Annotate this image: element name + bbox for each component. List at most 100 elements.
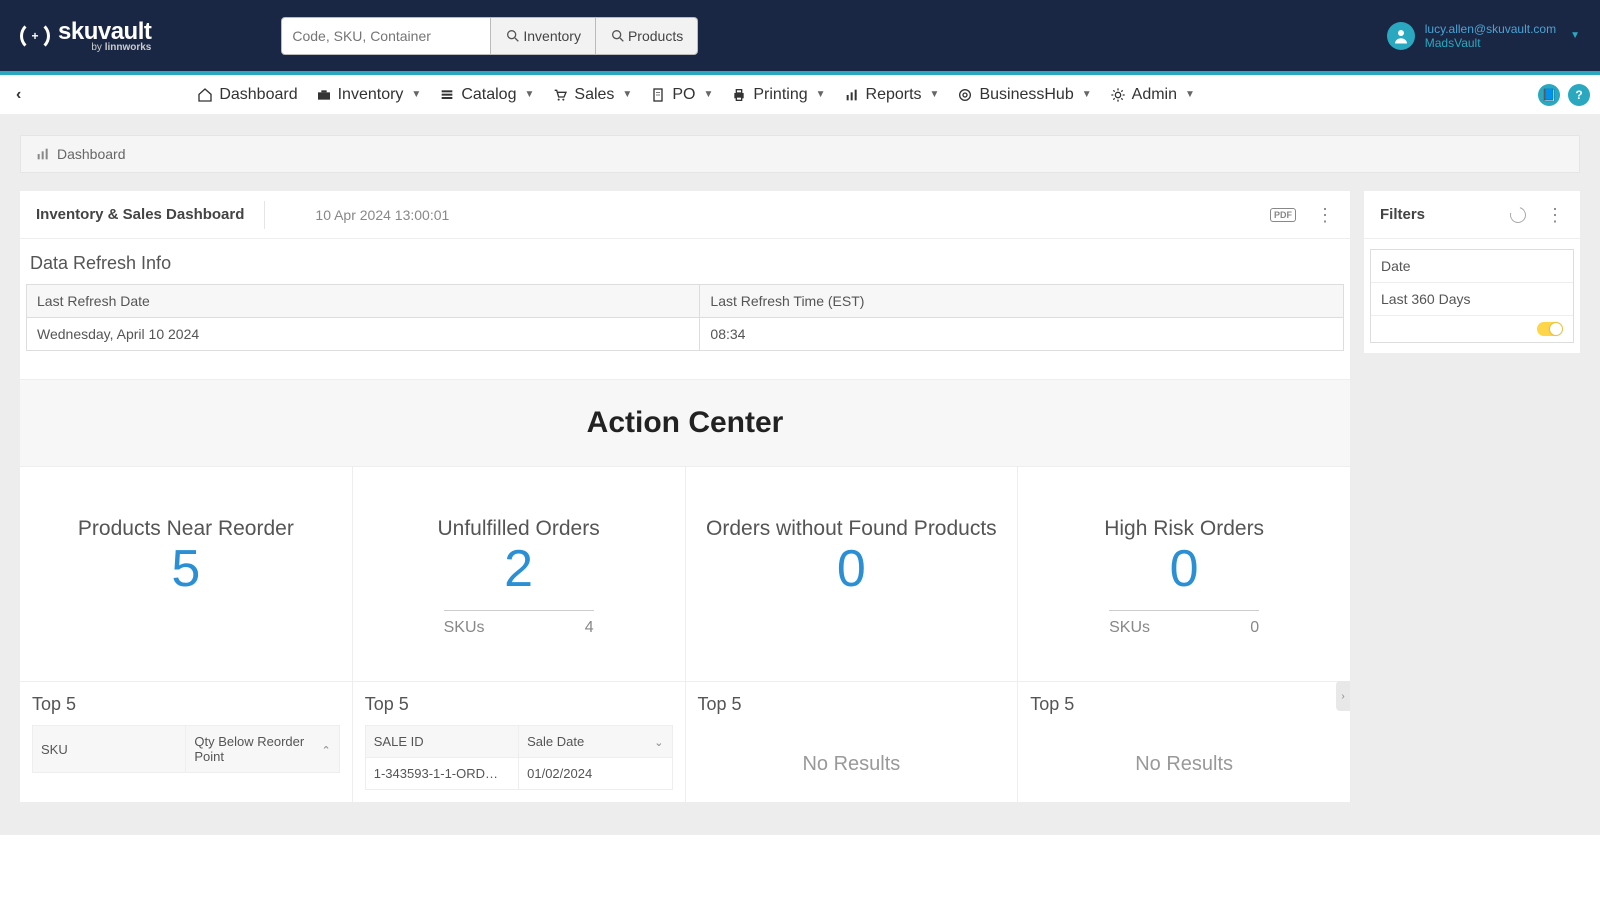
main-panel: Inventory & Sales Dashboard 10 Apr 2024 … — [20, 191, 1350, 802]
cell-sale-date: 01/02/2024 — [519, 758, 671, 789]
briefcase-icon — [316, 87, 332, 103]
table-row[interactable]: 1-343593-1-1-ORD… 01/02/2024 — [365, 758, 673, 790]
card-highrisk[interactable]: High Risk Orders 0 SKUs 0 — [1018, 467, 1350, 681]
search-icon — [610, 28, 626, 44]
card-value: 5 — [171, 541, 200, 598]
collapse-filters-tab[interactable]: › — [1336, 681, 1350, 711]
nav-dashboard[interactable]: Dashboard — [197, 86, 297, 104]
top-title: Top 5 — [365, 694, 673, 715]
brand-logo[interactable]: skuvault by linnworks — [20, 18, 151, 53]
filters-title: Filters — [1380, 206, 1425, 223]
content-area: Dashboard Inventory & Sales Dashboard 10… — [0, 115, 1600, 835]
panel-header: Inventory & Sales Dashboard 10 Apr 2024 … — [20, 191, 1350, 239]
filters-panel: Filters ⋮ Date Last 360 Days — [1364, 191, 1580, 353]
col-qty-below[interactable]: Qty Below Reorder Point — [186, 726, 338, 772]
gear-icon — [1110, 87, 1126, 103]
search-inventory-button[interactable]: Inventory — [491, 17, 596, 55]
panel-title: Inventory & Sales Dashboard — [36, 206, 244, 223]
target-icon — [957, 87, 973, 103]
panel-timestamp: 10 Apr 2024 13:00:01 — [315, 207, 449, 223]
user-icon — [1392, 27, 1410, 45]
chart-icon — [35, 146, 51, 162]
filters-menu-button[interactable]: ⋮ — [1546, 206, 1564, 224]
sort-asc-icon — [322, 742, 331, 757]
card-reorder[interactable]: Products Near Reorder 5 — [20, 467, 353, 681]
card-title: High Risk Orders — [1104, 517, 1264, 541]
docs-icon[interactable]: 📘 — [1538, 84, 1560, 106]
main-nav: ‹ Dashboard Inventory▼ Catalog▼ Sales▼ P… — [0, 75, 1600, 115]
card-title: Unfulfilled Orders — [438, 517, 600, 541]
cart-icon — [552, 87, 568, 103]
top-title: Top 5 — [32, 694, 340, 715]
cell-sale-id: 1-343593-1-1-ORD… — [366, 758, 519, 789]
refresh-date-header: Last Refresh Date — [27, 285, 700, 318]
print-icon — [731, 87, 747, 103]
back-button[interactable]: ‹ — [10, 86, 27, 104]
panel-menu-button[interactable]: ⋮ — [1316, 206, 1334, 224]
list-icon — [439, 87, 455, 103]
chart-icon — [844, 87, 860, 103]
refresh-date-value: Wednesday, April 10 2024 — [27, 318, 700, 351]
user-email: lucy.allen@skuvault.com — [1425, 22, 1556, 36]
nav-sales[interactable]: Sales▼ — [552, 86, 632, 104]
nav-po[interactable]: PO▼ — [650, 86, 713, 104]
top-title: Top 5 — [1030, 694, 1338, 715]
top-highrisk: Top 5 No Results — [1018, 682, 1350, 802]
reset-filters-icon[interactable] — [1507, 204, 1529, 226]
card-value: 0 — [1170, 541, 1199, 598]
sort-desc-icon — [654, 734, 663, 749]
refresh-time-value: 08:34 — [700, 318, 1344, 351]
nav-reports[interactable]: Reports▼ — [844, 86, 940, 104]
card-value: 0 — [837, 541, 866, 598]
refresh-table: Last Refresh Date Last Refresh Time (EST… — [26, 284, 1344, 351]
card-sub-value: 0 — [1250, 619, 1259, 637]
card-value: 2 — [504, 541, 533, 598]
card-sub-label: SKUs — [1109, 619, 1150, 637]
filter-toggle[interactable] — [1537, 322, 1563, 336]
card-sub-value: 4 — [585, 619, 594, 637]
filter-label: Date — [1371, 250, 1573, 283]
refresh-time-header: Last Refresh Time (EST) — [700, 285, 1344, 318]
nav-catalog[interactable]: Catalog▼ — [439, 86, 534, 104]
action-center-title: Action Center — [20, 379, 1350, 467]
search-input[interactable] — [281, 17, 491, 55]
action-cards: Products Near Reorder 5 Unfulfilled Orde… — [20, 467, 1350, 681]
nav-printing[interactable]: Printing▼ — [731, 86, 825, 104]
breadcrumb: Dashboard — [20, 135, 1580, 173]
col-sale-id[interactable]: SALE ID — [366, 726, 519, 757]
nav-inventory[interactable]: Inventory▼ — [316, 86, 422, 104]
filter-value: Last 360 Days — [1371, 283, 1573, 315]
user-account: MadsVault — [1425, 36, 1556, 50]
search-products-button[interactable]: Products — [596, 17, 698, 55]
brand-sub: by linnworks — [58, 42, 151, 53]
top-reorder: Top 5 SKU Qty Below Reorder Point — [20, 682, 353, 802]
date-filter[interactable]: Date Last 360 Days — [1370, 249, 1574, 343]
nav-admin[interactable]: Admin▼ — [1110, 86, 1195, 104]
help-icon[interactable]: ? — [1568, 84, 1590, 106]
top-title: Top 5 — [698, 694, 1006, 715]
card-nofound[interactable]: Orders without Found Products 0 — [686, 467, 1019, 681]
no-results: No Results — [698, 725, 1006, 776]
top-nofound: Top 5 No Results — [686, 682, 1019, 802]
col-sale-date[interactable]: Sale Date — [519, 726, 671, 757]
card-title: Products Near Reorder — [78, 517, 294, 541]
search-icon — [505, 28, 521, 44]
top-bar: skuvault by linnworks Inventory Products… — [0, 0, 1600, 75]
refresh-title: Data Refresh Info — [26, 247, 1344, 284]
col-sku[interactable]: SKU — [33, 726, 186, 772]
chevron-down-icon: ▼ — [1570, 30, 1580, 41]
refresh-info: Data Refresh Info Last Refresh Date Last… — [20, 239, 1350, 379]
card-unfulfilled[interactable]: Unfulfilled Orders 2 SKUs 4 — [353, 467, 686, 681]
brand-icon — [20, 21, 50, 51]
card-sub-label: SKUs — [444, 619, 485, 637]
user-menu[interactable]: lucy.allen@skuvault.com MadsVault ▼ — [1387, 22, 1580, 50]
home-icon — [197, 87, 213, 103]
search-group: Inventory Products — [281, 17, 698, 55]
top-five-section: Top 5 SKU Qty Below Reorder Point Top 5 … — [20, 681, 1350, 802]
card-title: Orders without Found Products — [706, 517, 997, 541]
export-pdf-button[interactable]: PDF — [1270, 208, 1296, 222]
no-results: No Results — [1030, 725, 1338, 776]
filters-header: Filters ⋮ — [1364, 191, 1580, 239]
avatar — [1387, 22, 1415, 50]
nav-businesshub[interactable]: BusinessHub▼ — [957, 86, 1091, 104]
